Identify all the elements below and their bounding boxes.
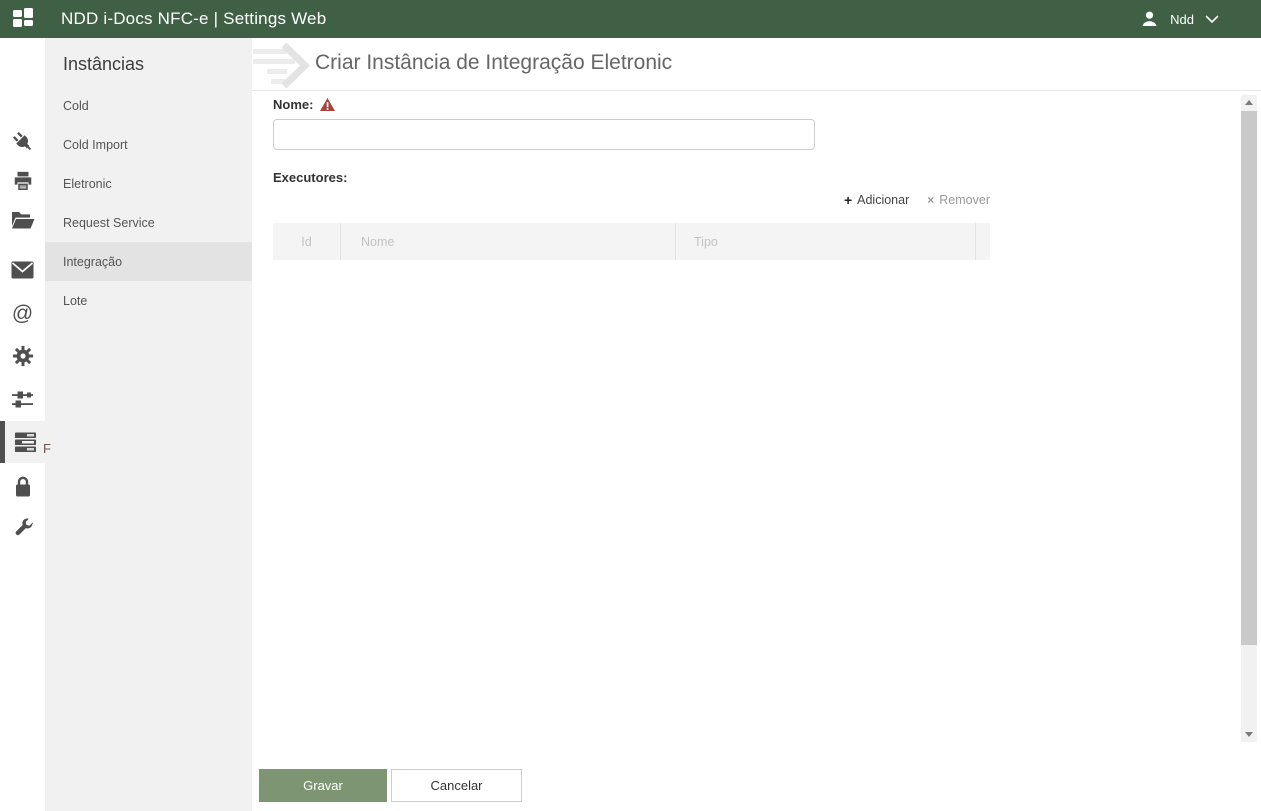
instances-sidebar: Instâncias Cold Cold Import Eletronic Re…	[45, 38, 252, 811]
sidebar-item-cold-import[interactable]: Cold Import	[45, 125, 252, 164]
sidebar-item-request-service[interactable]: Request Service	[45, 203, 252, 242]
rail-item-mail[interactable]	[0, 250, 45, 290]
icon-rail: @	[0, 38, 45, 811]
user-menu[interactable]: Ndd	[1140, 10, 1219, 28]
user-icon	[1142, 11, 1157, 26]
page-title: Criar Instância de Integração Eletronic	[315, 51, 673, 74]
sidebar-item-label: Request Service	[63, 215, 155, 230]
column-header-tipo[interactable]: Tipo	[676, 223, 976, 260]
nome-label: Nome:	[273, 97, 314, 112]
app-grid-icon[interactable]	[13, 8, 37, 30]
sidebar-item-label: Eletronic	[63, 176, 112, 191]
rail-item-instances[interactable]	[0, 421, 45, 463]
gear-icon	[12, 345, 33, 367]
form-content: Nome: Executores: + Adicionar × Remover …	[252, 92, 1261, 745]
plug-icon	[12, 131, 31, 151]
executores-label: Executores:	[273, 170, 348, 185]
triangle-up-icon	[1245, 100, 1253, 105]
column-header-nome[interactable]: Nome	[341, 223, 676, 260]
sidebar-item-integracao[interactable]: Integração	[45, 242, 252, 281]
plus-icon: +	[843, 192, 853, 208]
sidebar-item-label: Cold Import	[63, 137, 128, 152]
close-icon: ×	[927, 193, 935, 207]
scroll-up-button[interactable]	[1241, 95, 1257, 110]
triangle-down-icon	[1245, 732, 1253, 737]
gravar-button[interactable]: Gravar	[259, 769, 387, 802]
column-header-empty	[976, 223, 990, 260]
instance-header-icon	[253, 42, 311, 89]
rail-item-sliders[interactable]	[0, 380, 45, 420]
rail-item-lock[interactable]	[0, 466, 45, 506]
executores-table-header: Id Nome Tipo	[273, 223, 990, 260]
printer-icon	[14, 171, 31, 190]
form-footer: Gravar Cancelar	[252, 745, 1261, 811]
page-header: Criar Instância de Integração Eletronic	[252, 38, 1261, 91]
column-header-id[interactable]: Id	[273, 223, 341, 260]
lock-icon	[15, 476, 30, 496]
top-bar: NDD i-Docs NFC-e | Settings Web Ndd	[0, 0, 1261, 38]
app-title: NDD i-Docs NFC-e | Settings Web	[61, 9, 327, 28]
clipped-text-fragment: F	[43, 441, 51, 456]
server-stack-icon	[14, 432, 36, 452]
sliders-icon	[12, 391, 33, 408]
rail-item-printer[interactable]	[0, 161, 45, 201]
at-icon: @	[11, 301, 34, 325]
sidebar-item-eletronic[interactable]: Eletronic	[45, 164, 252, 203]
scroll-down-button[interactable]	[1241, 727, 1257, 742]
cancelar-button[interactable]: Cancelar	[391, 769, 522, 802]
wrench-icon	[15, 518, 33, 536]
sidebar-item-label: Integração	[63, 254, 123, 269]
envelope-icon	[11, 261, 34, 279]
rail-item-wrench[interactable]	[0, 509, 45, 549]
adicionar-label: Adicionar	[857, 193, 910, 207]
chevron-down-icon	[1205, 14, 1219, 23]
warning-icon	[320, 98, 336, 111]
sidebar-item-lote[interactable]: Lote	[45, 281, 252, 320]
sidebar-item-label: Lote	[63, 293, 88, 308]
nome-input[interactable]	[273, 119, 815, 150]
folder-open-icon	[11, 212, 34, 229]
nome-label-row: Nome:	[273, 97, 336, 112]
remover-label: Remover	[939, 193, 990, 207]
sidebar-item-label: Cold	[63, 98, 89, 113]
grid-actions: + Adicionar × Remover	[273, 192, 990, 208]
rail-item-gear[interactable]	[0, 336, 45, 376]
rail-item-folder[interactable]	[0, 200, 45, 240]
sidebar-item-cold[interactable]: Cold	[45, 86, 252, 125]
scrollbar-thumb[interactable]	[1241, 111, 1257, 645]
adicionar-button[interactable]: + Adicionar	[844, 192, 909, 208]
user-name: Ndd	[1170, 11, 1194, 27]
vertical-scrollbar[interactable]	[1241, 95, 1257, 742]
rail-item-at[interactable]: @	[0, 293, 45, 333]
remover-button[interactable]: × Remover	[927, 193, 990, 207]
main-panel: Criar Instância de Integração Eletronic …	[252, 38, 1261, 811]
rail-item-plug[interactable]	[0, 122, 45, 162]
sidebar-title: Instâncias	[63, 54, 145, 74]
